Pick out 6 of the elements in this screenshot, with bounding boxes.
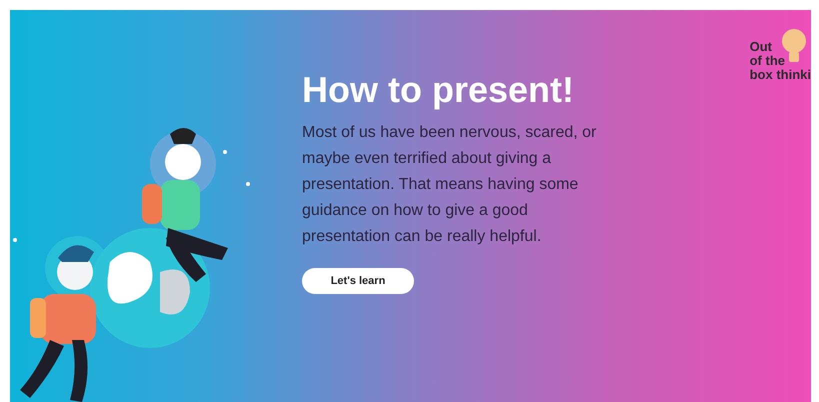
logo-text: of the [750,54,786,68]
lets-learn-button[interactable]: Let's learn [302,268,414,294]
logo-text: Out [750,40,773,54]
hero-description: Most of us have been nervous, scared, or maybe even terrified about giving a presentation. That means having some guidance on how to give a good presentation can be really helpful. [302,123,598,247]
logo-text: box thinki [750,68,811,82]
hero-title: How to present! [302,68,576,112]
